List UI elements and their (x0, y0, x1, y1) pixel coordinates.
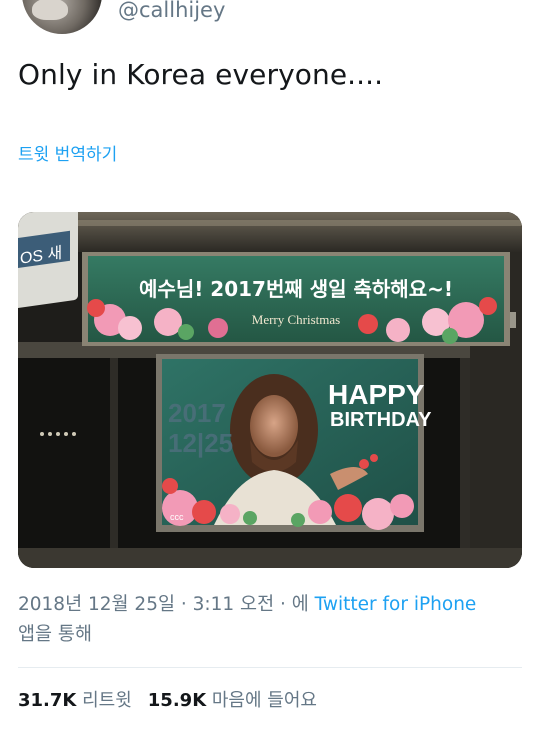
station-sign: OS 새 (18, 212, 78, 309)
tweet-meta: 2018년 12월 25일 · 3:11 오전 · 에 Twitter for … (18, 590, 522, 650)
retweets-count: 31.7K (18, 690, 77, 711)
poster-birthday: BIRTHDAY (330, 409, 432, 431)
christmas-banner: 예수님! 2017번째 생일 축하해요~! Merry Christmas (82, 252, 510, 346)
poster-date: 12|25 (168, 428, 233, 458)
likes-label: 마음에 들어요 (211, 690, 317, 711)
user-handle[interactable]: @callhijey (118, 0, 225, 22)
poster-year: 2017 (168, 398, 226, 428)
poster-happy: HAPPY (328, 379, 425, 410)
tweet-photo[interactable]: OS 새 예수님! 2017번째 생일 축하해요~! Merry Christm… (18, 212, 522, 568)
retweets-label: 리트윗 (82, 690, 132, 711)
retweets-stat[interactable]: 31.7K 리트윗 (18, 690, 132, 711)
divider (18, 667, 522, 668)
avatar[interactable] (22, 0, 102, 34)
banner-text: 예수님! 2017번째 생일 축하해요~! (139, 277, 453, 301)
source-link[interactable]: Twitter for iPhone (315, 594, 477, 615)
likes-stat[interactable]: 15.9K 마음에 들어요 (148, 690, 317, 711)
tweet-stats: 31.7K 리트윗 15.9K 마음에 들어요 (18, 686, 317, 712)
poster-logo: ccc (170, 512, 184, 522)
timestamp[interactable]: 2018년 12월 25일 · 3:11 오전 · 에 (18, 594, 309, 615)
tweet-text: Only in Korea everyone.... (18, 58, 384, 91)
likes-count: 15.9K (147, 690, 207, 711)
birthday-poster: 2017 12|25 HAPPY BIRTHDAY ccc (156, 354, 432, 532)
translate-tweet-link[interactable]: 트윗 번역하기 (18, 140, 117, 165)
source-suffix: 앱을 통해 (18, 624, 92, 645)
banner-subtext: Merry Christmas (252, 312, 340, 327)
